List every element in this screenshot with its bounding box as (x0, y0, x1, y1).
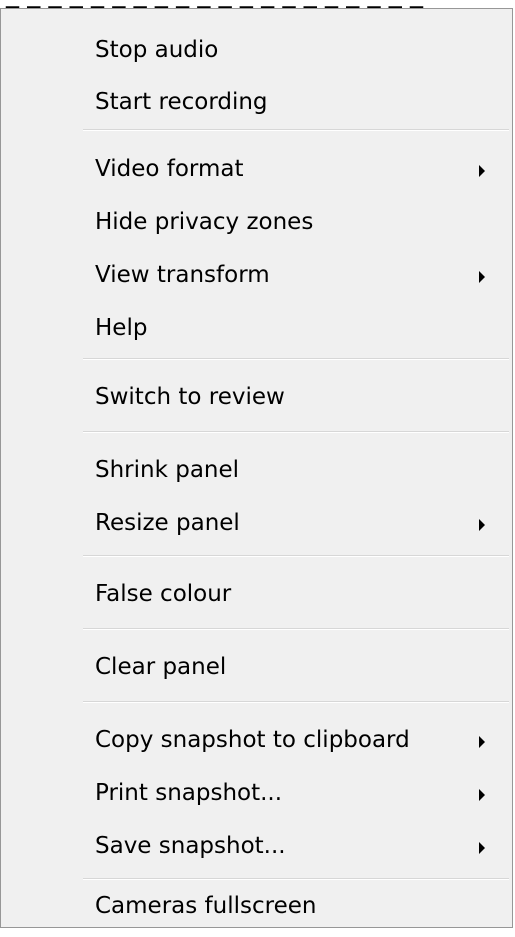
menu-item-save-snapshot[interactable]: Save snapshot... (1, 823, 512, 875)
submenu-arrow-icon (479, 789, 485, 801)
menu-item-clear-panel[interactable]: Clear panel (1, 644, 512, 696)
submenu-arrow-icon (479, 271, 485, 283)
menu-separator (83, 878, 509, 880)
menu-item-label: Resize panel (95, 510, 240, 536)
menu-item-label: Hide privacy zones (95, 209, 314, 235)
menu-item-label: Help (95, 315, 148, 341)
menu-separator (83, 358, 509, 360)
menu-item-label: Copy snapshot to clipboard (95, 727, 410, 753)
menu-separator (83, 431, 509, 433)
menu-item-hide-privacy-zones[interactable]: Hide privacy zones (1, 199, 512, 251)
menu-item-cameras-fullscreen[interactable]: Cameras fullscreen (1, 883, 512, 935)
menu-item-help[interactable]: Help (1, 305, 512, 357)
menu-item-switch-to-review[interactable]: Switch to review (1, 374, 512, 426)
menu-item-view-transform[interactable]: View transform (1, 252, 512, 304)
menu-item-print-snapshot[interactable]: Print snapshot... (1, 770, 512, 822)
menu-item-label: Cameras fullscreen (95, 893, 317, 919)
menu-item-copy-snapshot-to-clipboard[interactable]: Copy snapshot to clipboard (1, 717, 512, 769)
submenu-arrow-icon (479, 736, 485, 748)
menu-item-false-colour[interactable]: False colour (1, 571, 512, 623)
menu-item-label: Start recording (95, 89, 268, 115)
menu-item-resize-panel[interactable]: Resize panel (1, 500, 512, 552)
submenu-arrow-icon (479, 842, 485, 854)
menu-item-label: Video format (95, 156, 244, 182)
menu-separator (83, 701, 509, 703)
menu-item-label: View transform (95, 262, 270, 288)
menu-separator (83, 628, 509, 630)
clipped-background-text: ‗ ‗ ‗ ‗ ‗ ‗ ‗ ‗ ‗ ‗ ‗ ‗ ‗ ‗ ‗ ‗ ‗ ‗ ‗ ‗ (0, 0, 515, 8)
submenu-arrow-icon (479, 519, 485, 531)
context-menu: Stop audio Start recording Video format … (0, 8, 513, 928)
menu-item-label: Switch to review (95, 384, 285, 410)
submenu-arrow-icon (479, 165, 485, 177)
menu-item-start-recording[interactable]: Start recording (1, 79, 512, 131)
menu-item-shrink-panel[interactable]: Shrink panel (1, 447, 512, 499)
menu-item-label: Print snapshot... (95, 780, 283, 806)
menu-item-label: Clear panel (95, 654, 227, 680)
menu-separator (83, 555, 509, 557)
menu-separator (83, 129, 509, 131)
menu-item-label: Save snapshot... (95, 833, 286, 859)
menu-item-label: Shrink panel (95, 457, 240, 483)
menu-item-label: False colour (95, 581, 232, 607)
menu-item-label: Stop audio (95, 37, 219, 63)
menu-item-stop-audio[interactable]: Stop audio (1, 27, 512, 79)
menu-item-video-format[interactable]: Video format (1, 146, 512, 198)
